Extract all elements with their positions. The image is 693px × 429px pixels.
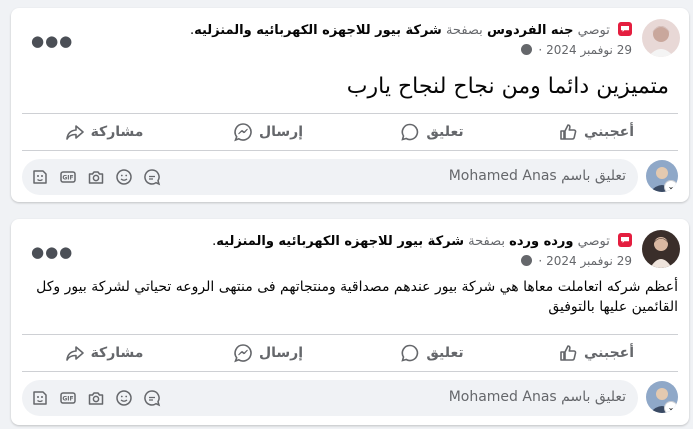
recommends-label: توصي (577, 23, 610, 38)
avatar-sticker-icon[interactable] (142, 388, 162, 408)
author-name[interactable]: ورده ورده (509, 234, 573, 249)
comment-input[interactable]: تعليق باسم Mohamed Anas GIF (22, 159, 638, 195)
post-meta: 29 نوفمبر 2024 · (520, 42, 632, 58)
post-date[interactable]: 29 نوفمبر 2024 (546, 43, 632, 57)
send-icon (234, 123, 252, 142)
send-label: إرسال (258, 345, 304, 361)
action-bar: أعجبني تعليق إرسال مشاركة (22, 335, 678, 371)
share-button[interactable]: مشاركة (22, 122, 186, 142)
comment-label: تعليق (426, 124, 464, 140)
like-icon (560, 124, 577, 140)
share-icon (65, 346, 84, 361)
recommend-badge-icon (618, 233, 632, 247)
post-card: توصي جنه الفردوس بصفحة شركة بيور للاجهزه… (11, 8, 689, 202)
post-date[interactable]: 29 نوفمبر 2024 (546, 254, 632, 268)
chevron-down-icon[interactable]: ⌄ (664, 401, 678, 413)
post-text: أعظم شركه اتعاملت معاها هي شركة بيور عند… (36, 279, 678, 315)
user-avatar[interactable]: ⌄ (646, 381, 678, 413)
divider (22, 150, 678, 151)
globe-icon (520, 255, 532, 266)
page-name-link[interactable]: شركة بيور للاجهزه الكهربائيه والمنزليه (216, 234, 464, 249)
date-separator: · (538, 254, 543, 268)
more-icon: ●●● (31, 32, 74, 50)
divider (22, 371, 678, 372)
author-avatar[interactable] (642, 19, 680, 57)
like-label: أعجبني (583, 345, 635, 361)
comment-label: تعليق (426, 345, 464, 361)
camera-icon[interactable] (86, 167, 106, 187)
send-button[interactable]: إرسال (186, 122, 350, 142)
on-page-label: بصفحة (468, 234, 505, 249)
more-icon: ●●● (31, 243, 74, 261)
on-page-label: بصفحة (445, 23, 483, 38)
gif-icon[interactable]: GIF (58, 388, 78, 408)
date-separator: · (538, 43, 543, 57)
svg-text:GIF: GIF (62, 396, 73, 403)
post-header: توصي ورده ورده بصفحة شركة بيور للاجهزه ا… (212, 232, 632, 252)
send-button[interactable]: إرسال (186, 343, 350, 363)
page-name-link[interactable]: شركة بيور للاجهزه الكهربائيه والمنزليه (194, 23, 442, 38)
emoji-icon[interactable] (114, 167, 134, 187)
emoji-icon[interactable] (114, 388, 134, 408)
post-text: متميزين دائما ومن نجاح لنجاح يارب (346, 74, 669, 99)
user-avatar[interactable]: ⌄ (646, 160, 678, 192)
author-avatar[interactable] (642, 230, 680, 268)
comment-button[interactable]: تعليق (350, 122, 514, 142)
share-label: مشاركة (90, 124, 144, 140)
comment-placeholder: تعليق باسم Mohamed Anas (448, 389, 626, 405)
post-meta: 29 نوفمبر 2024 · (520, 253, 632, 269)
like-button[interactable]: أعجبني (514, 343, 678, 363)
comment-icon (401, 344, 419, 362)
like-icon (560, 345, 577, 361)
comment-composer: ⌄ تعليق باسم Mohamed Anas GIF (22, 380, 678, 418)
comment-input[interactable]: تعليق باسم Mohamed Anas GIF (22, 380, 638, 416)
post-header: توصي جنه الفردوس بصفحة شركة بيور للاجهزه… (190, 21, 632, 41)
camera-icon[interactable] (86, 388, 106, 408)
comment-tools: GIF (30, 167, 162, 187)
sticker-icon[interactable] (30, 388, 50, 408)
svg-text:GIF: GIF (62, 175, 73, 182)
comment-button[interactable]: تعليق (350, 343, 514, 363)
post-card: توصي ورده ورده بصفحة شركة بيور للاجهزه ا… (11, 219, 689, 425)
recommends-label: توصي (577, 234, 610, 249)
like-button[interactable]: أعجبني (514, 122, 678, 142)
more-options-button[interactable]: ●●● (31, 245, 73, 260)
share-button[interactable]: مشاركة (22, 343, 186, 363)
comment-composer: ⌄ تعليق باسم Mohamed Anas GIF (22, 159, 678, 197)
send-label: إرسال (258, 124, 304, 140)
avatar-sticker-icon[interactable] (142, 167, 162, 187)
send-icon (234, 344, 252, 363)
gif-icon[interactable]: GIF (58, 167, 78, 187)
like-label: أعجبني (583, 124, 635, 140)
comment-icon (401, 123, 419, 141)
comment-placeholder: تعليق باسم Mohamed Anas (448, 168, 626, 184)
comment-tools: GIF (30, 388, 162, 408)
more-options-button[interactable]: ●●● (31, 34, 73, 49)
globe-icon (520, 44, 532, 55)
author-name[interactable]: جنه الفردوس (487, 23, 574, 38)
chevron-down-icon[interactable]: ⌄ (664, 180, 678, 192)
share-label: مشاركة (90, 345, 144, 361)
action-bar: أعجبني تعليق إرسال مشاركة (22, 114, 678, 150)
sticker-icon[interactable] (30, 167, 50, 187)
recommend-badge-icon (618, 22, 632, 36)
share-icon (65, 125, 84, 140)
